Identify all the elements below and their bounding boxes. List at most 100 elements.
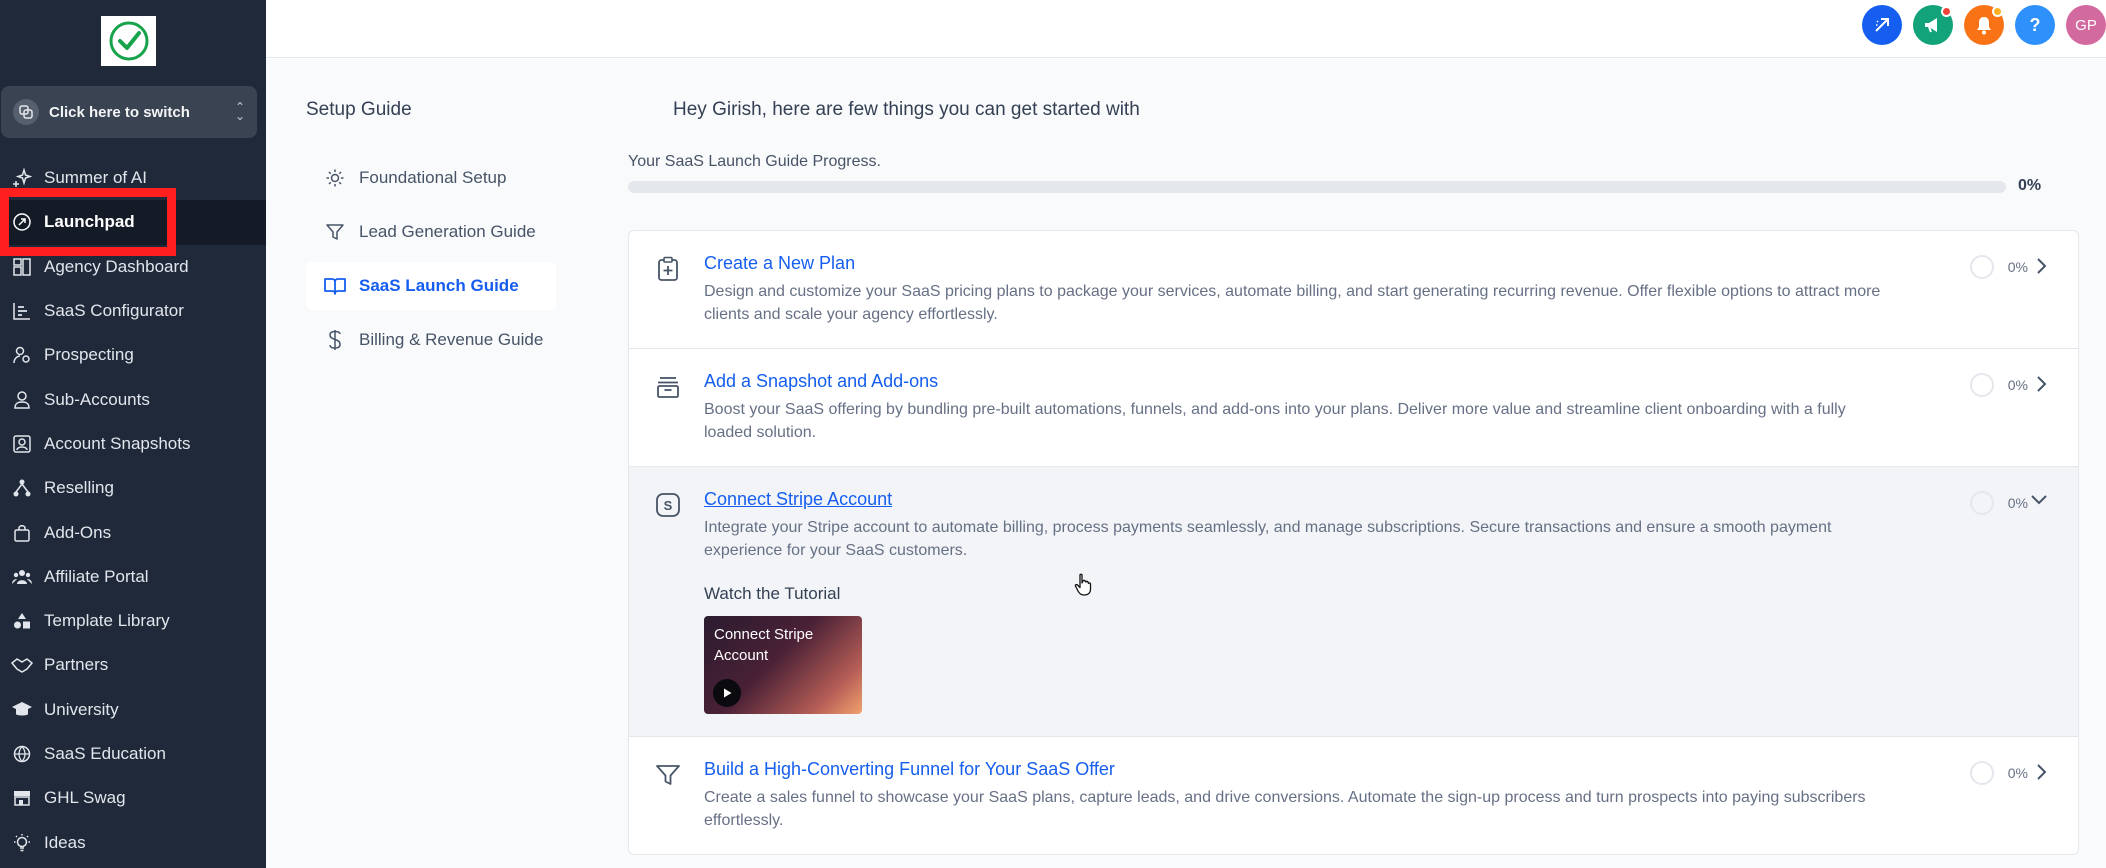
task-title[interactable]: Add a Snapshot and Add-ons [704, 371, 2078, 392]
progress-ring [1969, 255, 1994, 279]
sidebar-item-university[interactable]: University [0, 688, 266, 732]
switcher-label: Click here to switch [49, 103, 190, 121]
sidebar-item-reselling[interactable]: Reselling [0, 466, 266, 510]
chevron-right-icon[interactable] [2036, 257, 2048, 280]
sidebar-item-label: GHL Swag [44, 788, 126, 808]
task-status: 0% [1969, 491, 2028, 515]
progress-ring [1969, 373, 1994, 397]
filter-icon [324, 221, 346, 243]
company-logo[interactable] [101, 16, 156, 66]
sidebar-item-label: Affiliate Portal [44, 566, 149, 586]
sidebar-item-label: Template Library [44, 611, 170, 631]
tutorial-video-thumbnail[interactable]: Connect Stripe Account [704, 616, 862, 714]
sidebar-item-label: Add-Ons [44, 522, 112, 542]
sidebar-item-partners[interactable]: Partners [0, 643, 266, 687]
notification-dot [1992, 6, 2003, 17]
task-title[interactable]: Build a High-Converting Funnel for Your … [704, 759, 2078, 780]
task-description: Design and customize your SaaS pricing p… [704, 283, 1881, 323]
sidebar-item-affiliate-portal[interactable]: Affiliate Portal [0, 555, 266, 599]
guide-item-saas-launch[interactable]: SaaS Launch Guide [306, 262, 556, 310]
guide-item-lead-generation[interactable]: Lead Generation Guide [306, 208, 556, 256]
sidebar-item-label: SaaS Configurator [44, 301, 184, 321]
rocket-icon [11, 211, 33, 233]
chevron-down-icon[interactable] [2030, 493, 2048, 511]
progress-label: Your SaaS Launch Guide Progress. [628, 153, 881, 170]
sidebar-nav: Summer of AI Launchpad Agency Dashboard … [0, 156, 266, 865]
task-percent: 0% [2007, 259, 2028, 275]
checkmark-logo-icon [109, 21, 148, 61]
task-description: Boost your SaaS offering by bundling pre… [704, 401, 1846, 441]
avatar[interactable]: GP [2066, 5, 2106, 45]
task-percent: 0% [2007, 377, 2028, 393]
task-title[interactable]: Create a New Plan [704, 253, 2078, 274]
sidebar-item-prospecting[interactable]: Prospecting [0, 333, 266, 377]
globe-icon [11, 743, 33, 765]
switch-location-icon [13, 99, 39, 125]
sidebar-item-label: Summer of AI [44, 168, 147, 188]
tutorial-label: Watch the Tutorial [704, 584, 841, 603]
notification-dot [1941, 6, 1952, 17]
task-percent: 0% [2007, 495, 2028, 511]
bag-icon [11, 522, 33, 544]
megaphone-icon[interactable] [1913, 5, 1953, 45]
sidebar: Click here to switch ⌃ ⌄ Summer of AI Lau… [0, 0, 266, 868]
top-actions: ? GP [1862, 5, 2106, 45]
help-icon[interactable]: ? [2015, 5, 2055, 45]
snapshot-icon [11, 433, 33, 455]
sidebar-item-label: Ideas [44, 832, 86, 852]
sidebar-item-account-snapshots[interactable]: Account Snapshots [0, 422, 266, 466]
chart-bars-icon [11, 300, 33, 322]
guide-item-foundational-setup[interactable]: Foundational Setup [306, 154, 556, 202]
sidebar-item-agency-dashboard[interactable]: Agency Dashboard [0, 245, 266, 289]
play-icon[interactable] [713, 679, 741, 707]
graduation-cap-icon [11, 699, 33, 721]
user-icon [11, 389, 33, 411]
sidebar-item-saas-configurator[interactable]: SaaS Configurator [0, 289, 266, 333]
task-percent: 0% [2007, 765, 2028, 781]
sidebar-item-ideas[interactable]: Ideas [0, 820, 266, 864]
progress-percent: 0% [2018, 177, 2042, 194]
task-card-build-funnel[interactable]: Build a High-Converting Funnel for Your … [629, 737, 2078, 854]
svg-text:S: S [664, 498, 673, 513]
sidebar-item-label: Partners [44, 655, 109, 675]
sidebar-item-label: Launchpad [44, 212, 135, 232]
handshake-icon [11, 654, 33, 676]
task-status: 0% [1969, 373, 2028, 397]
sidebar-item-label: Sub-Accounts [44, 389, 150, 409]
dollar-icon [324, 329, 346, 351]
shapes-icon [11, 610, 33, 632]
sidebar-item-sub-accounts[interactable]: Sub-Accounts [0, 377, 266, 421]
chevron-right-icon[interactable] [2036, 763, 2048, 786]
sidebar-item-template-library[interactable]: Template Library [0, 599, 266, 643]
bulb-icon [11, 832, 33, 854]
store-icon [11, 787, 33, 809]
sidebar-item-summer-of-ai[interactable]: Summer of AI [0, 156, 266, 200]
sidebar-item-launchpad[interactable]: Launchpad [0, 200, 266, 245]
sidebar-item-add-ons[interactable]: Add-Ons [0, 510, 266, 554]
group-icon [11, 566, 33, 588]
task-list: Create a New Plan Design and customize y… [628, 230, 2079, 855]
task-card-snapshot-addons[interactable]: Add a Snapshot and Add-ons Boost your Sa… [629, 349, 2078, 467]
funnel-icon [654, 761, 682, 789]
chevron-right-icon[interactable] [2036, 375, 2048, 398]
sidebar-item-ghl-swag[interactable]: GHL Swag [0, 776, 266, 820]
guide-item-label: Billing & Revenue Guide [359, 330, 544, 349]
sidebar-item-label: Agency Dashboard [44, 256, 189, 276]
task-status: 0% [1969, 761, 2028, 785]
quick-action-icon[interactable] [1862, 5, 1902, 45]
bell-icon[interactable] [1964, 5, 2004, 45]
archive-icon [654, 373, 682, 401]
task-card-connect-stripe[interactable]: S Connect Stripe Account Integrate your … [629, 467, 2078, 737]
chevron-updown-icon: ⌃ ⌄ [234, 100, 245, 123]
task-title[interactable]: Connect Stripe Account [704, 489, 2078, 510]
sidebar-item-label: University [44, 699, 119, 719]
account-switcher[interactable]: Click here to switch ⌃ ⌄ [1, 86, 257, 138]
guide-item-billing-revenue[interactable]: Billing & Revenue Guide [306, 316, 556, 364]
task-card-create-plan[interactable]: Create a New Plan Design and customize y… [629, 231, 2078, 349]
tutorial-video-title: Connect Stripe Account [714, 626, 814, 664]
sidebar-item-saas-education[interactable]: SaaS Education [0, 732, 266, 776]
dashboard-icon [11, 256, 33, 278]
sun-icon [324, 167, 346, 189]
users-search-icon [11, 344, 33, 366]
sidebar-item-label: SaaS Education [44, 744, 166, 763]
